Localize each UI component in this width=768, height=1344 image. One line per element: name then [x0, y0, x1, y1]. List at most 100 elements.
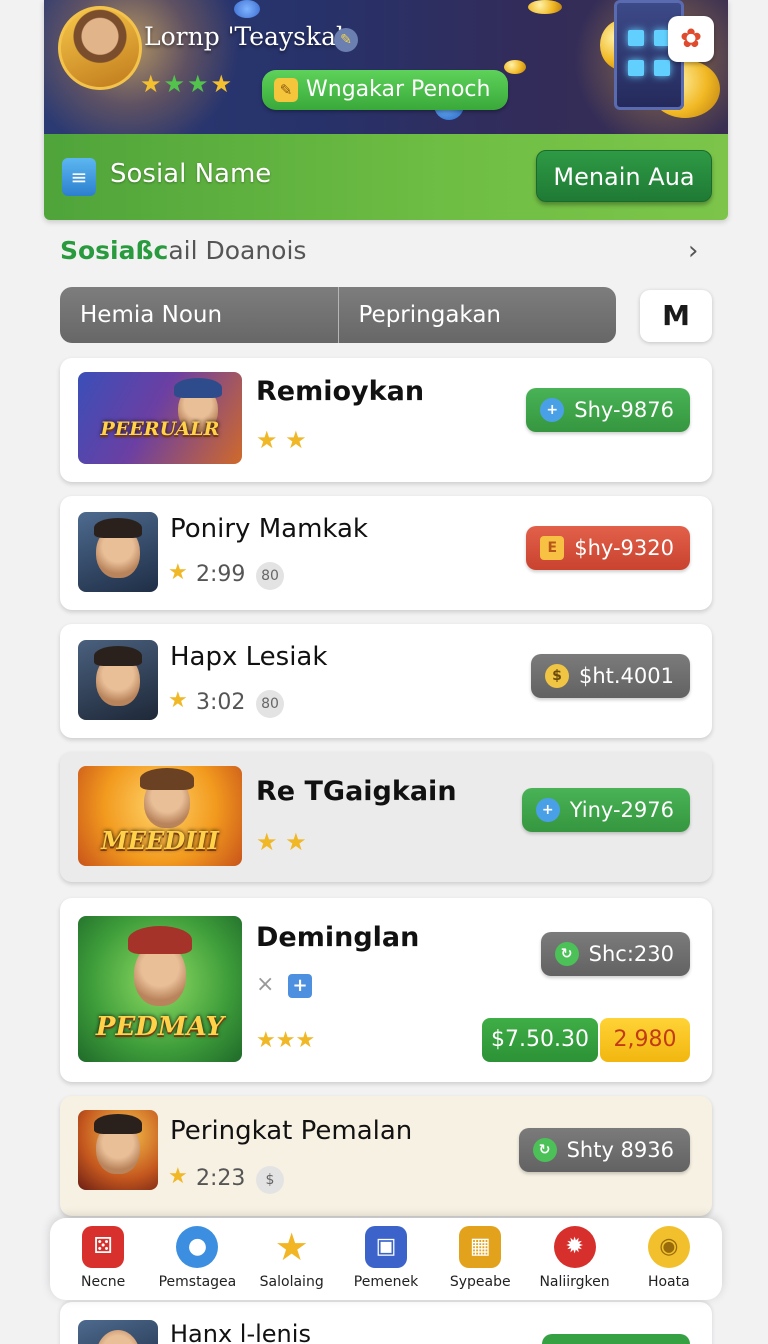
nav-item-hoata[interactable]: ◉ Hoata — [623, 1226, 715, 1300]
coin-icon: $ — [544, 664, 569, 688]
list-item[interactable]: Poniry Mamkak ★ 2:99 80 E $hy-9320 — [60, 496, 712, 610]
item-name: Re TGaigkain — [256, 776, 457, 807]
level-badge: 80 — [256, 690, 284, 718]
item-time: 3:02 — [196, 690, 246, 715]
item-name: Hanx l-lenis — [170, 1320, 311, 1344]
list-item[interactable]: Peringkat Pemalan ★ 2:23 $ ↻ Shty 8936 — [60, 1096, 712, 1216]
plus-icon[interactable]: + — [288, 974, 312, 998]
coin-icon — [504, 60, 526, 74]
main-button[interactable]: Menain Aua — [536, 150, 712, 202]
section-title-rest: ail Doanois — [168, 236, 307, 265]
list-item[interactable]: Hanx l-lenis — [60, 1302, 712, 1344]
nav-item-necne[interactable]: ⚄ Necne — [57, 1226, 149, 1300]
tab-pepringakan[interactable]: Pepringakan — [337, 287, 617, 343]
nav-item-naliirgken[interactable]: ✹ Naliirgken — [529, 1226, 621, 1300]
game-thumbnail: PEERUALR — [78, 372, 242, 464]
nav-label: Pemstagea — [158, 1274, 237, 1290]
item-time: 2:23 — [196, 1166, 246, 1191]
price-label: $hy-9320 — [574, 536, 674, 560]
bottom-nav: ⚄ Necne ● Pemstagea ★ Salolaing ▣ Pemene… — [50, 1218, 722, 1300]
price-label: Shc:230 — [588, 942, 674, 966]
nav-label: Necne — [81, 1274, 126, 1290]
level-badge: 80 — [256, 562, 284, 590]
tab-hemia-noun[interactable]: Hemia Noun — [60, 287, 338, 343]
section-title-prefix: Sosiaßc — [60, 236, 169, 265]
coin-icon — [528, 0, 562, 14]
list-item[interactable]: PEDMAY Deminglan × + ★★★ ↻ Shc:230 $7.50… — [60, 898, 712, 1082]
item-name: Deminglan — [256, 922, 420, 953]
buy-price-button[interactable]: $7.50.30 — [482, 1018, 598, 1062]
player-avatar[interactable] — [58, 6, 142, 90]
gift-icon[interactable]: ✿ — [668, 16, 714, 62]
hero-badge-button[interactable]: ✎ Wngakar Penoch — [262, 70, 509, 110]
nav-item-sypeabe[interactable]: ▦ Sypeabe — [434, 1226, 526, 1300]
chevron-right-icon[interactable]: › — [688, 236, 698, 266]
price-label: Shty 8936 — [566, 1138, 674, 1162]
star-icon: ★ — [274, 1225, 309, 1269]
gold-price-button[interactable]: 2,980 — [600, 1018, 690, 1062]
game-thumbnail: MEEDIII — [78, 766, 242, 866]
section-title[interactable]: Sosiaßcail Doanois — [60, 236, 306, 265]
star-rating: ★★★ — [256, 1028, 316, 1053]
price-button[interactable]: + Shy-9876 — [526, 388, 690, 432]
star-icon: ★ — [168, 688, 188, 713]
star-rating: ★ ★ — [256, 828, 307, 856]
close-icon[interactable]: × — [256, 972, 274, 997]
avatar — [78, 640, 158, 720]
item-name: Remioykan — [256, 376, 425, 407]
price-button[interactable]: ↻ Shc:230 — [540, 932, 690, 976]
star-rating: ★ ★ — [256, 426, 307, 454]
nav-item-pemstagea[interactable]: ● Pemstagea — [151, 1226, 243, 1300]
list-item[interactable]: PEERUALR Remioykan ★ ★ + Shy-9876 — [60, 358, 712, 482]
avatar — [78, 1110, 158, 1190]
plus-icon: + — [540, 398, 565, 422]
price-button[interactable]: + Yiny-2976 — [521, 788, 690, 832]
item-time: 2:99 — [196, 562, 246, 587]
e-icon: E — [540, 536, 565, 560]
thumbnail-logo: MEEDIII — [101, 826, 219, 855]
document-icon: ≡ — [62, 158, 96, 196]
star-icon: ★ — [168, 560, 188, 585]
gear-icon: ✹ — [553, 1226, 596, 1268]
game-thumbnail: PEDMAY — [78, 916, 242, 1062]
nav-item-salolaing[interactable]: ★ Salolaing — [246, 1226, 338, 1300]
price-label: Shy-9876 — [574, 398, 674, 422]
price-button[interactable] — [542, 1334, 690, 1344]
mail-icon[interactable]: M — [640, 290, 712, 342]
refresh-icon: ↻ — [554, 942, 579, 966]
list-item[interactable]: Hapx Lesiak ★ 3:02 80 $ $ht.4001 — [60, 624, 712, 738]
hero-badge-label: Wngakar Penoch — [306, 77, 491, 102]
social-name-label: Sosial Name — [110, 159, 272, 189]
nav-label: Naliirgken — [539, 1274, 610, 1290]
treasure-icon: ▣ — [364, 1226, 407, 1268]
list-item[interactable]: MEEDIII Re TGaigkain ★ ★ + Yiny-2976 — [60, 752, 712, 882]
player-rating: ★★★★ — [140, 70, 235, 98]
crate-icon: ▦ — [459, 1226, 502, 1268]
coin-icon: ◉ — [647, 1226, 690, 1268]
price-button[interactable]: ↻ Shty 8936 — [518, 1128, 690, 1172]
item-name: Poniry Mamkak — [170, 514, 368, 544]
nav-label: Sypeabe — [449, 1274, 511, 1290]
tab-bar: Hemia Noun Pepringakan — [60, 287, 616, 343]
nav-item-pemenek[interactable]: ▣ Pemenek — [340, 1226, 432, 1300]
plus-icon: + — [535, 798, 560, 822]
level-badge: $ — [256, 1166, 284, 1194]
star-icon: ★ — [168, 1164, 188, 1189]
thumbnail-logo: PEDMAY — [95, 1012, 225, 1042]
nav-label: Salolaing — [259, 1274, 324, 1290]
dice-icon: ⚄ — [82, 1226, 125, 1268]
price-label: $ht.4001 — [578, 664, 674, 688]
price-label: Yiny-2976 — [569, 798, 674, 822]
player-name: Lornp 'Teayskal — [144, 22, 344, 51]
price-button[interactable]: $ $ht.4001 — [530, 654, 690, 698]
nav-label: Pemenek — [353, 1274, 419, 1290]
avatar — [78, 1320, 158, 1344]
blob-icon: ● — [176, 1226, 219, 1268]
item-name: Peringkat Pemalan — [170, 1116, 413, 1146]
thumbnail-logo: PEERUALR — [100, 418, 220, 440]
verified-icon: ✎ — [334, 28, 358, 52]
price-button[interactable]: E $hy-9320 — [526, 526, 690, 570]
gem-icon — [234, 0, 260, 18]
avatar — [78, 512, 158, 592]
nav-label: Hoata — [647, 1274, 690, 1290]
